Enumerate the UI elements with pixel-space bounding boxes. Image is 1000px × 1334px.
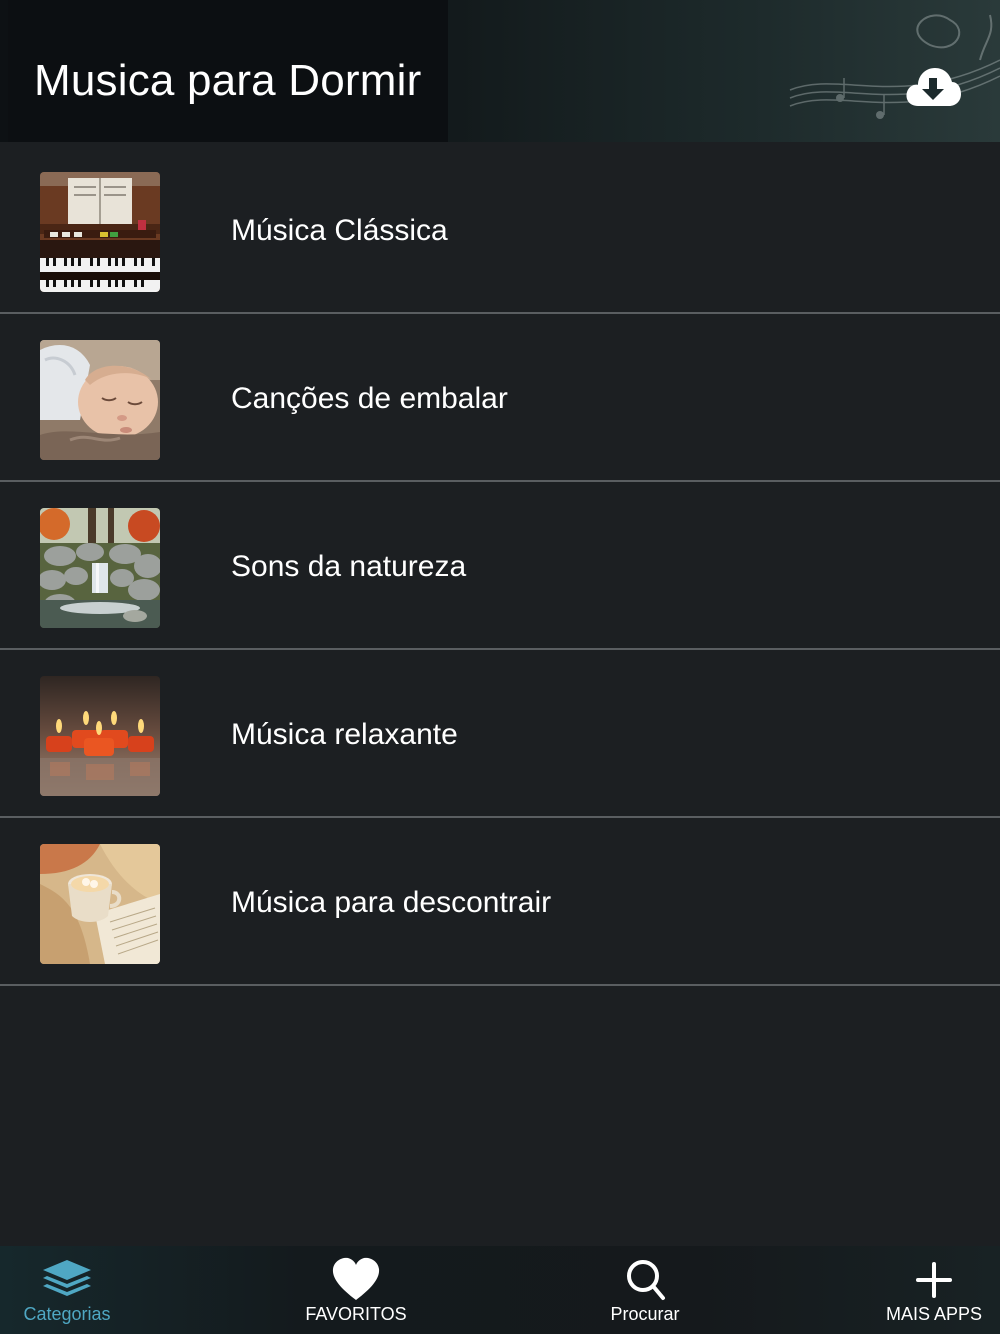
tab-label: FAVORITOS (305, 1304, 407, 1324)
category-item-cancoes-de-embalar[interactable]: Canções de embalar (0, 314, 1000, 482)
cloud-download-icon[interactable] (904, 64, 962, 110)
tab-mais-apps[interactable]: MAIS APPS (870, 1246, 998, 1334)
tab-label: MAIS APPS (885, 1304, 983, 1324)
page-title: Musica para Dormir (34, 56, 422, 105)
plus-icon (916, 1262, 952, 1298)
layers-icon (43, 1260, 91, 1296)
category-label: Canções de embalar (231, 382, 508, 415)
category-item-sons-da-natureza[interactable]: Sons da natureza (0, 482, 1000, 650)
bottom-tab-bar: Categorias FAVORITOS Procurar MAIS APPS (0, 1246, 1000, 1334)
tab-favoritos[interactable]: FAVORITOS (290, 1246, 422, 1334)
category-label: Sons da natureza (231, 550, 467, 583)
music-notes-decoration (789, 14, 1000, 119)
tab-categorias[interactable]: Categorias (0, 1246, 134, 1334)
sleeping-baby-image (40, 340, 160, 460)
tab-label: Categorias (23, 1304, 111, 1324)
piano-organ-image (40, 172, 160, 292)
app-screen: Musica para Dormir Música Clássica Cançõ… (0, 0, 1000, 1334)
tea-blanket-book-image (40, 844, 160, 964)
category-item-musica-classica[interactable]: Música Clássica (0, 146, 1000, 314)
tab-procurar[interactable]: Procurar (580, 1246, 710, 1334)
category-item-musica-para-descontrair[interactable]: Música para descontrair (0, 818, 1000, 986)
category-list: Música Clássica Canções de embalar Sons … (0, 146, 1000, 986)
heart-icon (332, 1257, 380, 1300)
waterfall-image (40, 508, 160, 628)
category-label: Música para descontrair (231, 886, 552, 919)
category-label: Música relaxante (231, 718, 458, 751)
search-icon (627, 1260, 665, 1300)
category-label: Música Clássica (231, 214, 448, 247)
candles-image (40, 676, 160, 796)
tab-label: Procurar (610, 1304, 680, 1324)
header-bar: Musica para Dormir (0, 0, 1000, 142)
category-item-musica-relaxante[interactable]: Música relaxante (0, 650, 1000, 818)
